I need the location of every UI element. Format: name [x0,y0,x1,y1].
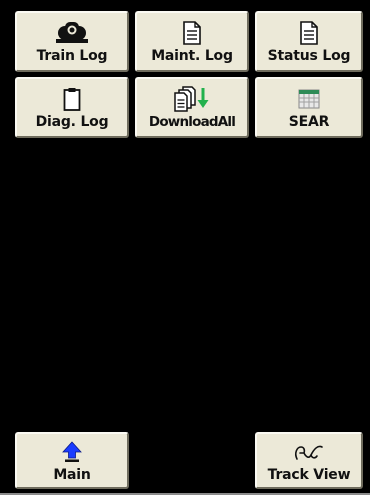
maint-log-button[interactable]: Maint. Log [135,11,249,72]
sear-button[interactable]: SEAR [255,77,363,138]
spreadsheet-icon [257,87,361,111]
sear-label: SEAR [288,114,330,130]
documents-download-icon [137,86,247,112]
download-all-label: DownloadAll [148,114,236,130]
maint-log-label: Maint. Log [151,48,233,64]
diag-log-label: Diag. Log [35,114,109,130]
track-view-label: Track View [267,467,351,483]
download-all-button[interactable]: DownloadAll [135,77,249,138]
clipboard-icon [17,87,127,111]
train-log-button[interactable]: Train Log [15,11,129,72]
track-glyph-icon [257,440,361,464]
diag-log-button[interactable]: Diag. Log [15,77,129,138]
up-arrow-icon [17,440,127,464]
locomotive-icon [17,21,127,45]
main-label: Main [53,467,91,483]
status-log-label: Status Log [267,48,351,64]
main-button[interactable]: Main [15,432,129,489]
track-view-button[interactable]: Track View [255,432,363,489]
train-log-label: Train Log [36,48,108,64]
document-icon [257,21,361,45]
status-log-button[interactable]: Status Log [255,11,363,72]
document-icon [137,21,247,45]
